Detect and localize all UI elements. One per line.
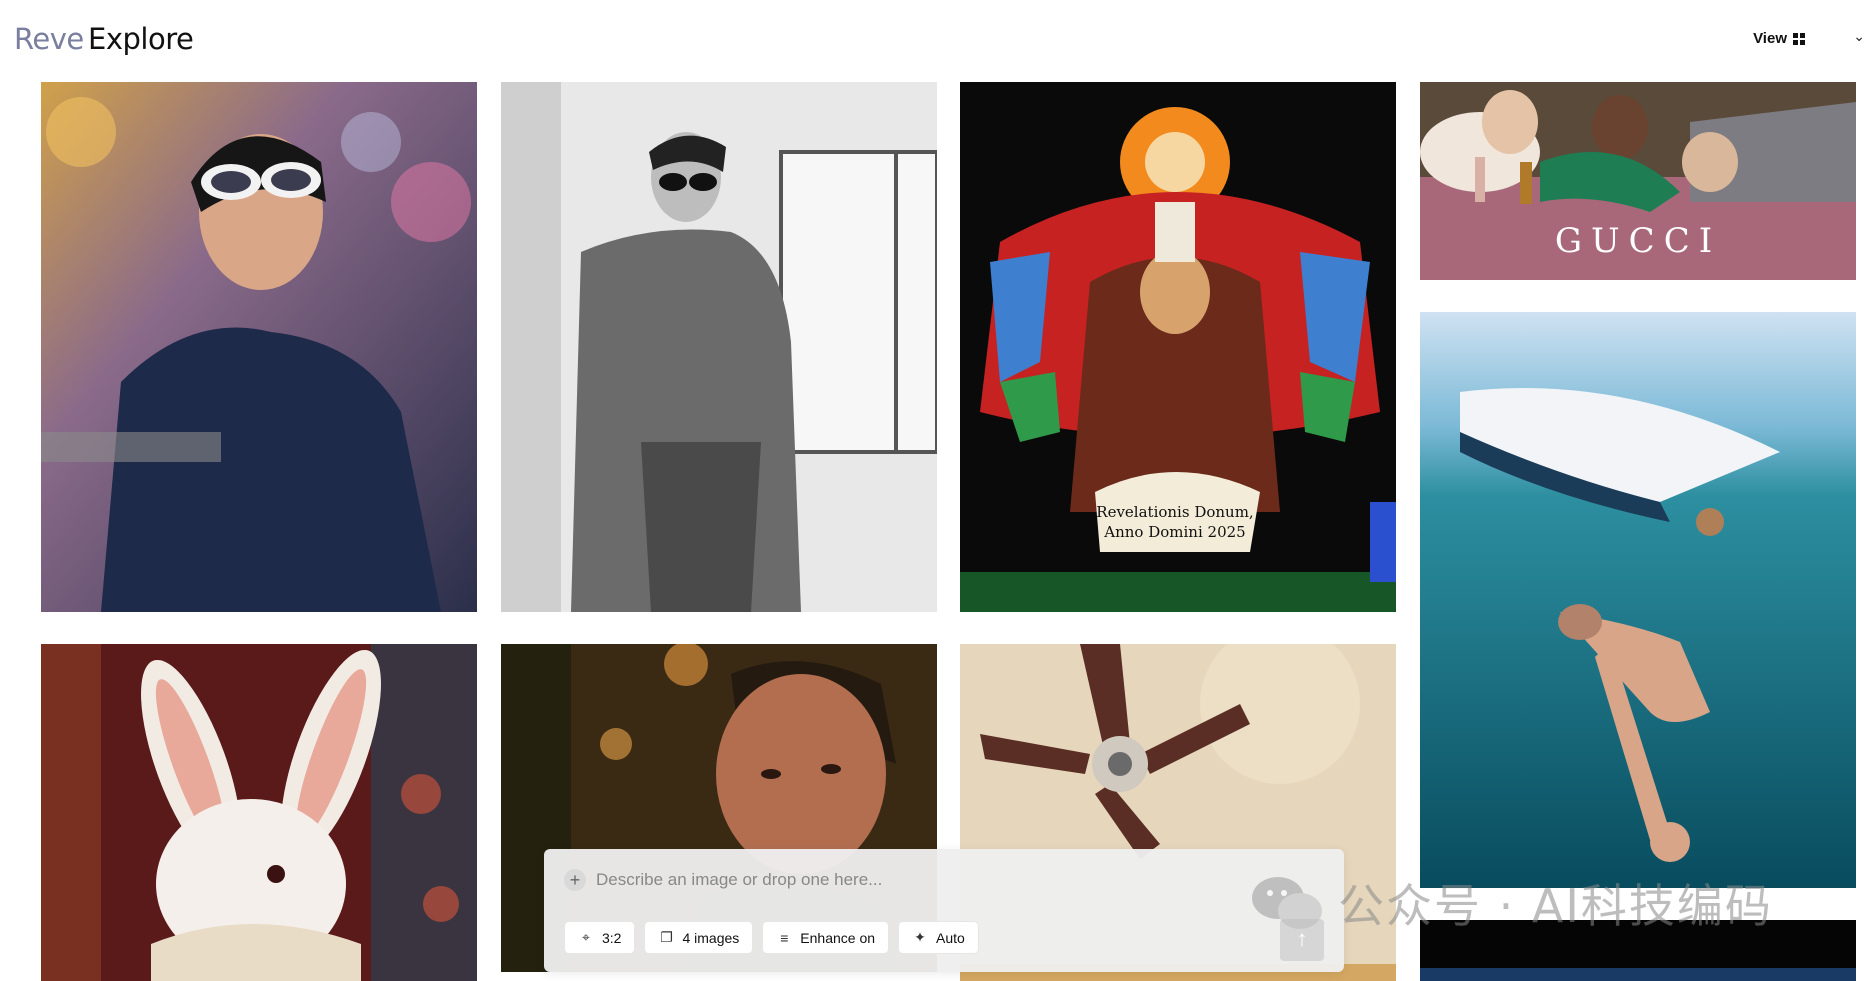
view-label: View bbox=[1753, 30, 1787, 47]
add-image-icon[interactable]: + bbox=[564, 869, 586, 891]
wechat-icon bbox=[1252, 877, 1322, 929]
tile-underwater-swimmer[interactable] bbox=[1420, 312, 1856, 888]
aspect-ratio-button[interactable]: ⌖ 3:2 bbox=[564, 921, 636, 954]
images-icon: ❐ bbox=[660, 929, 673, 945]
enhance-button[interactable]: ≡ Enhance on bbox=[762, 921, 890, 954]
watermark: 公众号 · AI科技编码 bbox=[1250, 870, 1773, 936]
top-bar: Reve Explore View ⌄ bbox=[0, 0, 1875, 80]
enhance-icon: ≡ bbox=[780, 929, 789, 946]
tile-gucci-ad[interactable]: GUCCI bbox=[1420, 82, 1856, 280]
chevron-down-icon[interactable]: ⌄ bbox=[1853, 28, 1865, 45]
grid-view-icon bbox=[1793, 32, 1805, 45]
enhance-label: Enhance on bbox=[800, 929, 876, 946]
brand-logo[interactable]: Reve bbox=[14, 22, 84, 56]
stained-glass-caption-2: Anno Domini 2025 bbox=[1103, 523, 1245, 541]
tile-bw-man-leaning-wall[interactable] bbox=[501, 82, 937, 612]
aspect-ratio-label: 3:2 bbox=[602, 929, 622, 946]
prompt-bar: + ⌖ 3:2 ❐ 4 images ≡ Enhance on ✦ Auto ↑ bbox=[544, 849, 1344, 972]
prompt-options: ⌖ 3:2 ❐ 4 images ≡ Enhance on ✦ Auto bbox=[564, 921, 979, 954]
auto-button[interactable]: ✦ Auto bbox=[898, 921, 979, 954]
watermark-text: 公众号 · AI科技编码 bbox=[1338, 879, 1773, 933]
tile-stained-glass[interactable]: Revelationis Donum, Anno Domini 2025 bbox=[960, 82, 1396, 612]
image-count-label: 4 images bbox=[682, 929, 740, 946]
auto-label: Auto bbox=[936, 929, 965, 946]
view-toggle-button[interactable]: View bbox=[1753, 30, 1805, 47]
image-count-button[interactable]: ❐ 4 images bbox=[644, 921, 754, 954]
stained-glass-caption-1: Revelationis Donum, bbox=[1096, 503, 1253, 521]
tile-man-sunglasses-motorcycle[interactable] bbox=[41, 82, 477, 612]
auto-icon: ✦ bbox=[914, 929, 926, 945]
prompt-input[interactable] bbox=[596, 865, 1196, 895]
tile-white-rabbit[interactable] bbox=[41, 644, 477, 981]
page-title: Explore bbox=[88, 22, 194, 56]
gucci-brand-text: GUCCI bbox=[1555, 221, 1721, 261]
crop-icon: ⌖ bbox=[582, 929, 590, 945]
